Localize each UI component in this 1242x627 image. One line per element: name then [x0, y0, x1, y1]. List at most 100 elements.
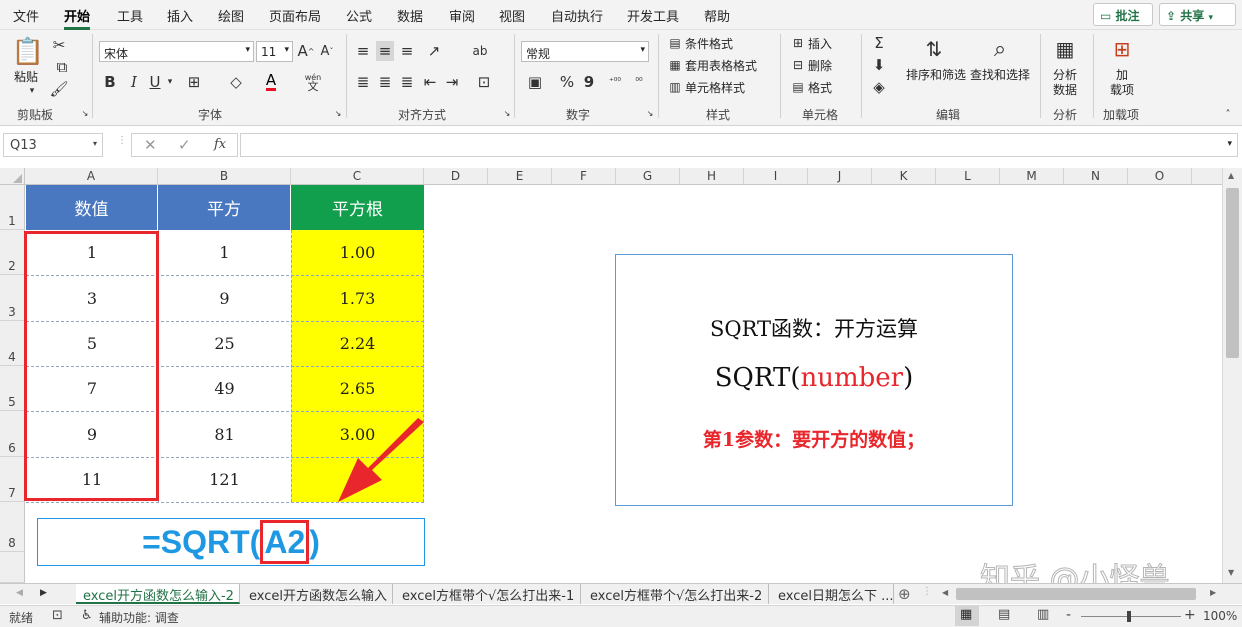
row-header-8[interactable]: 8 — [0, 502, 25, 552]
column-header-a[interactable]: A — [25, 168, 158, 185]
page-break-view-icon[interactable]: ▥ — [1037, 607, 1049, 622]
insert-function-icon[interactable]: fx — [214, 137, 226, 152]
comment-button[interactable]: ▭ 批注 — [1093, 3, 1153, 26]
align-center-icon[interactable]: ≣ — [376, 72, 394, 92]
column-header-f[interactable]: F — [552, 168, 616, 185]
cell-styles-button[interactable]: 单元格样式 — [685, 79, 745, 96]
accessibility-icon[interactable]: ♿ — [81, 608, 93, 623]
dialog-launcher-icon[interactable]: ↘ — [645, 108, 655, 118]
percent-button[interactable]: % — [558, 72, 576, 92]
row-header-9[interactable] — [0, 552, 25, 583]
cell-b3[interactable]: 9 — [158, 275, 291, 321]
autosum-icon[interactable]: Σ — [870, 34, 888, 52]
next-sheet-icon[interactable]: ▶ — [40, 588, 47, 598]
normal-view-button[interactable]: ▦ — [955, 606, 979, 626]
column-header-p[interactable] — [1192, 168, 1222, 185]
insert-cells-icon[interactable]: ⊞ — [790, 34, 806, 52]
cell-b7[interactable]: 121 — [158, 457, 291, 502]
column-header-j[interactable]: J — [808, 168, 872, 185]
fill-color-icon[interactable]: ◇ — [227, 72, 245, 92]
row-header-5[interactable]: 5 — [0, 366, 25, 411]
column-header-e[interactable]: E — [488, 168, 552, 185]
dialog-launcher-icon[interactable]: ↘ — [502, 108, 512, 118]
column-header-n[interactable]: N — [1064, 168, 1128, 185]
row-header-7[interactable]: 7 — [0, 457, 25, 502]
add-ins-icon[interactable]: ⊞ — [1107, 34, 1137, 64]
formula-input[interactable]: ▾ — [240, 133, 1238, 157]
paste-icon[interactable]: 📋 — [12, 36, 44, 68]
delete-cells-button[interactable]: 删除 — [808, 57, 832, 74]
align-middle-icon[interactable]: ≡ — [376, 41, 394, 61]
cell-c2[interactable]: 1.00 — [291, 230, 424, 275]
table-format-icon[interactable]: ▦ — [667, 56, 683, 74]
find-select-button[interactable]: 查找和选择 — [970, 66, 1030, 83]
share-button[interactable]: ⇪ 共享 ▾ — [1159, 3, 1236, 26]
column-header-d[interactable]: D — [424, 168, 488, 185]
row-header-1[interactable]: 1 — [0, 185, 25, 230]
scroll-up-icon[interactable]: ▲ — [1228, 171, 1234, 180]
comma-button[interactable]: 9 — [582, 72, 596, 92]
copy-icon[interactable]: ⧉ — [50, 58, 74, 76]
row-header-4[interactable]: 4 — [0, 321, 25, 366]
add-sheet-icon[interactable]: ⊕ — [898, 585, 911, 603]
cell-c5[interactable]: 2.65 — [291, 366, 424, 411]
tab-draw[interactable]: 绘图 — [218, 6, 244, 25]
sheet-tab-2[interactable]: excel开方函数怎么输入 — [240, 584, 393, 604]
macro-record-icon[interactable]: ⊡ — [52, 608, 63, 623]
tab-review[interactable]: 审阅 — [449, 6, 475, 25]
page-layout-view-icon[interactable]: ▤ — [998, 607, 1010, 622]
tab-automate[interactable]: 自动执行 — [551, 6, 603, 25]
sheet-tab-1[interactable]: excel开方函数怎么输入-2 — [76, 584, 240, 604]
zoom-level[interactable]: 100% — [1203, 609, 1237, 623]
clear-icon[interactable]: ◈ — [870, 78, 888, 96]
paste-label[interactable]: 粘贴 — [14, 68, 38, 85]
analyze-data-button-line2[interactable]: 数据 — [1053, 81, 1077, 98]
analyze-data-icon[interactable]: ▦ — [1050, 34, 1080, 64]
column-header-k[interactable]: K — [872, 168, 936, 185]
find-select-icon[interactable]: ⌕ — [985, 34, 1015, 64]
zoom-slider[interactable] — [1081, 616, 1181, 617]
scroll-left-icon[interactable]: ◀ — [942, 588, 948, 597]
format-painter-icon[interactable]: 🖌 — [49, 80, 68, 98]
column-header-g[interactable]: G — [616, 168, 680, 185]
align-top-icon[interactable]: ≡ — [354, 41, 372, 61]
currency-icon[interactable]: ▣ — [523, 72, 547, 92]
tab-file[interactable]: 文件 — [13, 6, 39, 25]
font-color-icon[interactable]: A — [262, 70, 280, 92]
chevron-down-icon[interactable]: ▾ — [27, 86, 37, 96]
sort-filter-icon[interactable]: ⇅ — [918, 34, 950, 64]
font-name-select[interactable]: 宋体 ▾ — [99, 41, 254, 62]
hscrollbar-thumb[interactable] — [956, 588, 1196, 600]
splitter-dots[interactable]: ⋮ — [117, 136, 127, 153]
collapse-ribbon-icon[interactable]: ˄ — [1222, 108, 1234, 120]
tab-home[interactable]: 开始 — [64, 6, 91, 30]
column-header-h[interactable]: H — [680, 168, 744, 185]
cell-b6[interactable]: 81 — [158, 411, 291, 457]
decrease-indent-icon[interactable]: ⇤ — [421, 72, 439, 92]
wrap-text-icon[interactable]: ab — [471, 41, 489, 61]
align-left-icon[interactable]: ≣ — [354, 72, 372, 92]
zoom-slider-thumb[interactable] — [1127, 611, 1131, 622]
phonetic-icon[interactable]: wén 文 — [303, 70, 323, 94]
tab-developer[interactable]: 开发工具 — [627, 6, 679, 25]
chevron-down-icon[interactable]: ▾ — [1227, 139, 1232, 149]
sheet-tab-5[interactable]: excel日期怎么下 ... — [769, 584, 894, 604]
italic-button[interactable]: I — [126, 72, 142, 92]
tab-help[interactable]: 帮助 — [704, 6, 730, 25]
decrease-decimal-icon[interactable]: ⁰⁰ — [630, 72, 648, 92]
tab-view[interactable]: 视图 — [499, 6, 525, 25]
column-header-l[interactable]: L — [936, 168, 1000, 185]
chevron-down-icon[interactable]: ▾ — [165, 72, 175, 92]
row-header-2[interactable]: 2 — [0, 230, 25, 275]
zoom-out-button[interactable]: - — [1066, 607, 1071, 623]
increase-decimal-icon[interactable]: ⁺⁰⁰ — [606, 72, 624, 92]
column-header-c[interactable]: C — [291, 168, 424, 185]
table-header-square[interactable]: 平方 — [158, 185, 291, 230]
fill-icon[interactable]: ⬇ — [870, 56, 888, 74]
decrease-font-icon[interactable]: Aˇ — [318, 41, 336, 61]
scroll-right-icon[interactable]: ▶ — [1210, 588, 1216, 597]
tab-formulas[interactable]: 公式 — [346, 6, 372, 25]
zoom-in-button[interactable]: + — [1184, 607, 1196, 623]
cell-b4[interactable]: 25 — [158, 321, 291, 366]
table-header-sqrt[interactable]: 平方根 — [291, 185, 424, 230]
